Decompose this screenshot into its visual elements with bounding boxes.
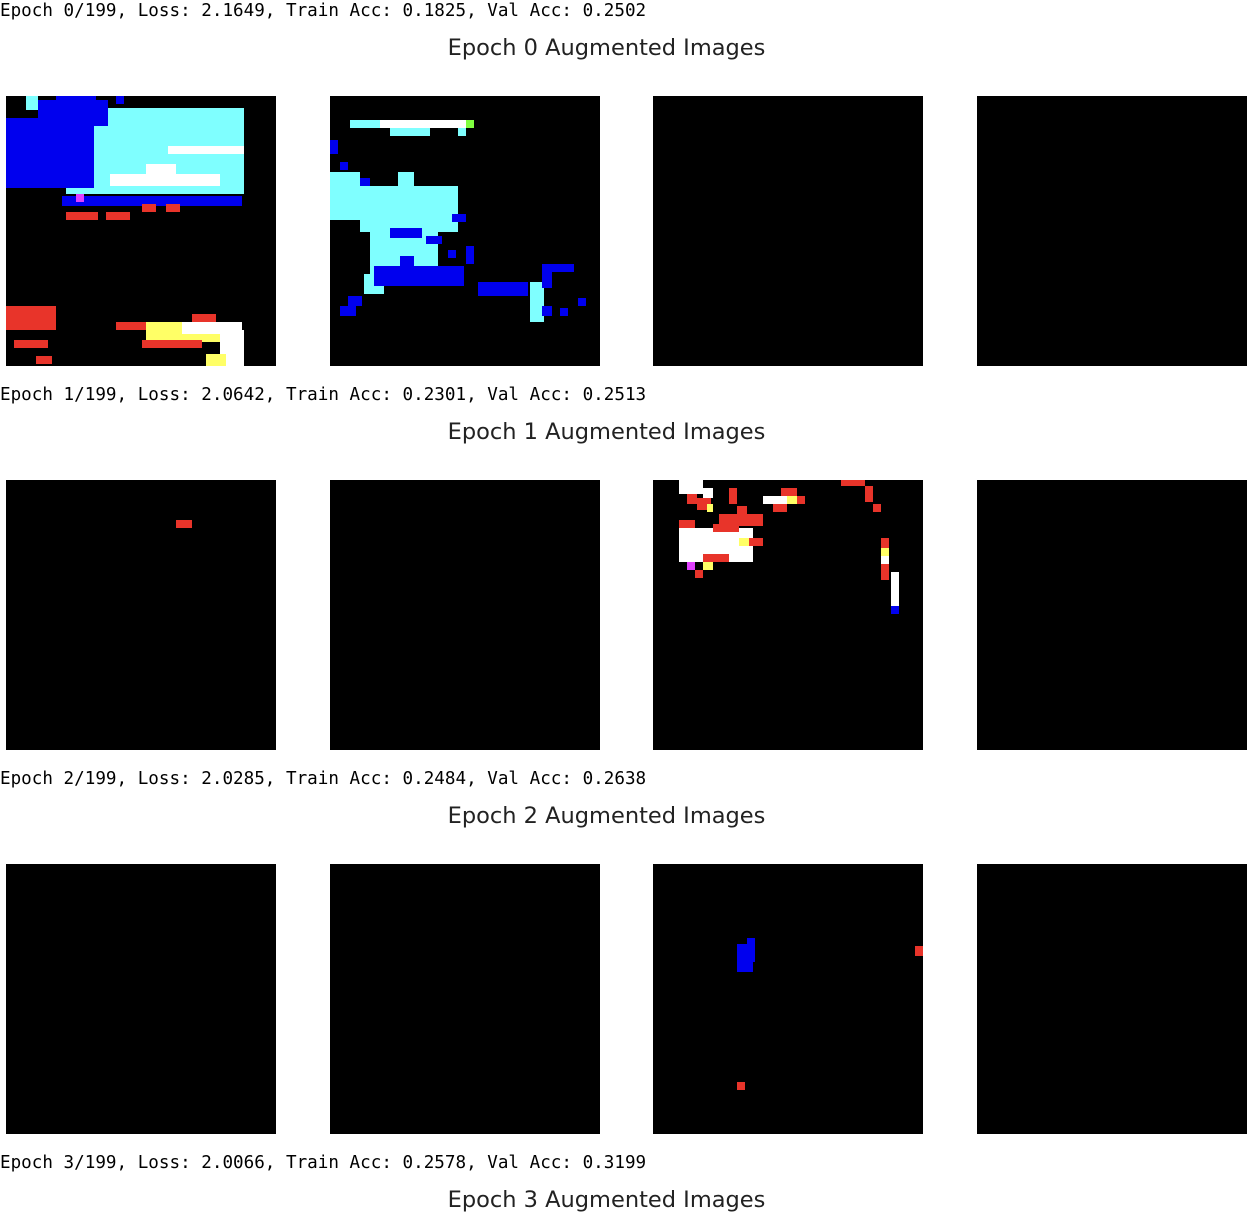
augmented-image-pixels (653, 96, 923, 366)
augmented-image (330, 864, 600, 1134)
augmented-image-pixels (977, 864, 1247, 1134)
augmented-image (653, 480, 923, 750)
augmented-image (6, 96, 276, 366)
training-log-line: Epoch 2/199, Loss: 2.0285, Train Acc: 0.… (0, 769, 647, 789)
augmented-image-pixels (977, 480, 1247, 750)
augmented-image-pixels (330, 480, 600, 750)
augmented-image (977, 864, 1247, 1134)
augmented-image-pixels (653, 864, 923, 1134)
augmented-image-pixels (6, 96, 276, 366)
image-grid (6, 480, 1248, 750)
augmented-image-pixels (6, 480, 276, 750)
figure-title: Epoch 3 Augmented Images (447, 1187, 766, 1213)
augmented-image (653, 96, 923, 366)
augmented-image-pixels (330, 864, 600, 1134)
figure-title: Epoch 2 Augmented Images (447, 803, 766, 829)
augmented-image-pixels (6, 864, 276, 1134)
augmented-image-pixels (653, 480, 923, 750)
training-log-line: Epoch 3/199, Loss: 2.0066, Train Acc: 0.… (0, 1153, 647, 1173)
training-log-line: Epoch 1/199, Loss: 2.0642, Train Acc: 0.… (0, 385, 647, 405)
augmented-image (330, 96, 600, 366)
image-grid (6, 96, 1248, 366)
figure-title: Epoch 1 Augmented Images (447, 419, 766, 445)
augmented-image (653, 864, 923, 1134)
figure-title: Epoch 0 Augmented Images (447, 35, 766, 61)
training-log-line: Epoch 0/199, Loss: 2.1649, Train Acc: 0.… (0, 1, 647, 21)
augmented-image (977, 96, 1247, 366)
image-grid (6, 864, 1248, 1134)
augmented-image-pixels (330, 96, 600, 366)
augmented-image (330, 480, 600, 750)
augmented-image (977, 480, 1247, 750)
augmented-image (6, 864, 276, 1134)
augmented-image-pixels (977, 96, 1247, 366)
augmented-image (6, 480, 276, 750)
